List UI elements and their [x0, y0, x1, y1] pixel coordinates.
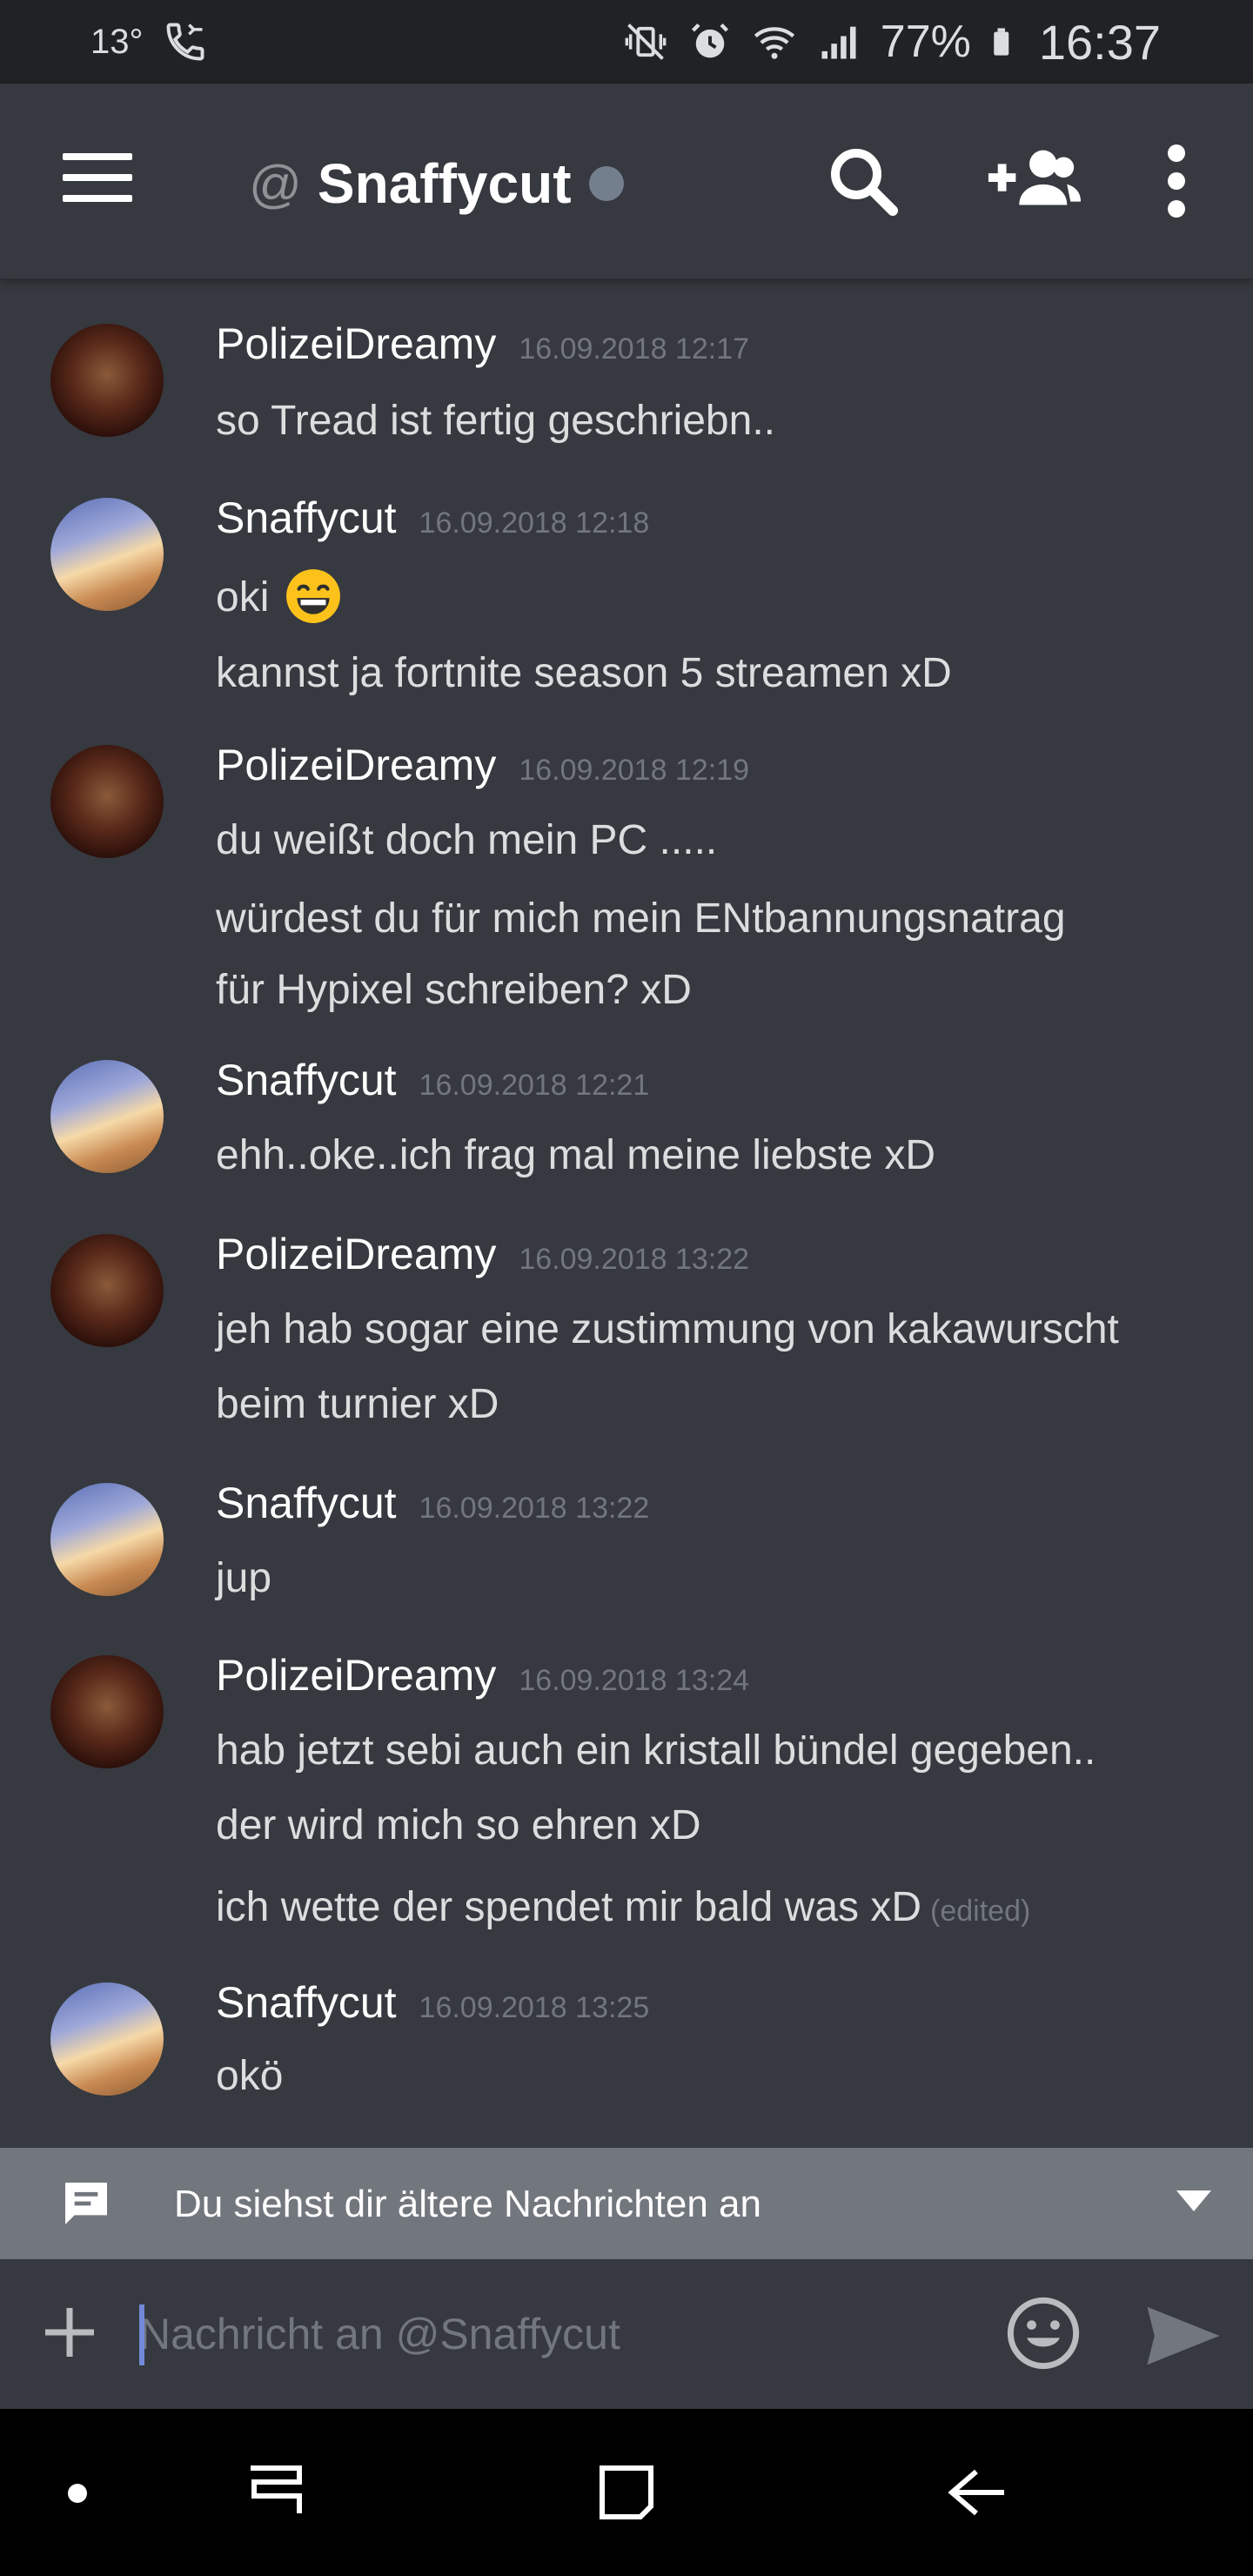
- author-name[interactable]: Snaffycut: [216, 1478, 397, 1528]
- avatar[interactable]: [50, 1655, 164, 1768]
- message-text: hab jetzt sebi auch ein kristall bündel …: [216, 1727, 1096, 1774]
- avatar[interactable]: [50, 1060, 164, 1173]
- message-text: jeh hab sogar eine zustimmung von kakawu…: [216, 1306, 1119, 1352]
- message-text-with-emoji: oki: [216, 567, 342, 625]
- timestamp: 16.09.2018 12:18: [419, 506, 650, 540]
- search-icon[interactable]: [821, 139, 905, 223]
- timestamp: 16.09.2018 12:19: [519, 754, 750, 787]
- author-name[interactable]: Snaffycut: [216, 1055, 397, 1105]
- jump-to-present-banner[interactable]: Du siehst dir ältere Nachrichten an: [0, 2148, 1253, 2259]
- temperature: 13°: [90, 22, 144, 61]
- avatar[interactable]: [50, 498, 164, 611]
- chat-bubble-icon: [65, 2183, 107, 2224]
- system-navigation-bar: [0, 2409, 1253, 2576]
- text-cursor: [139, 2304, 144, 2365]
- grinning-face-emoji-icon: [285, 569, 340, 623]
- avatar[interactable]: [50, 745, 164, 858]
- timestamp: 16.09.2018 13:22: [419, 1492, 650, 1525]
- avatar[interactable]: [50, 1483, 164, 1596]
- message-header: PolizeiDreamy 16.09.2018 13:24: [216, 1650, 749, 1701]
- edited-label: (edited): [930, 1895, 1031, 1928]
- vibrate-mute-icon: [625, 23, 667, 60]
- clock: 16:37: [1038, 14, 1161, 70]
- avatar[interactable]: [50, 324, 164, 437]
- author-name[interactable]: PolizeiDreamy: [216, 1229, 496, 1279]
- message-text: ehh..oke..ich frag mal meine liebste xD: [216, 1132, 936, 1178]
- send-icon[interactable]: [1143, 2304, 1223, 2367]
- message-header: PolizeiDreamy 16.09.2018 12:19: [216, 740, 749, 790]
- alarm-icon: [691, 23, 728, 58]
- author-name[interactable]: Snaffycut: [216, 493, 397, 543]
- message-text: oki: [216, 574, 270, 621]
- more-options-icon[interactable]: [1135, 139, 1218, 223]
- avatar[interactable]: [50, 1234, 164, 1347]
- attach-plus-icon[interactable]: [42, 2304, 97, 2360]
- recent-apps-icon[interactable]: [240, 2458, 310, 2527]
- add-friend-icon[interactable]: [985, 139, 1081, 223]
- chevron-down-icon[interactable]: [1176, 2190, 1211, 2216]
- app-bar: @ Snaffycut: [0, 84, 1253, 278]
- message-header: Snaffycut 16.09.2018 13:22: [216, 1478, 649, 1528]
- phone-call-icon: [166, 23, 204, 61]
- timestamp: 16.09.2018 13:24: [519, 1664, 750, 1697]
- channel-name: Snaffycut: [317, 152, 572, 215]
- message-text: so Tread ist fertig geschriebn..: [216, 398, 775, 444]
- emoji-picker-icon[interactable]: [1006, 2296, 1081, 2371]
- battery-percent: 77%: [880, 17, 971, 67]
- message-text: der wird mich so ehren xD: [216, 1802, 701, 1848]
- timestamp: 16.09.2018 13:25: [419, 1991, 650, 2024]
- timestamp: 16.09.2018 12:21: [419, 1069, 650, 1102]
- older-messages-text: Du siehst dir ältere Nachrichten an: [174, 2183, 761, 2225]
- message-text-edited: ich wette der spendet mir bald was xD (ed…: [216, 1883, 1030, 1931]
- at-sign: @: [249, 154, 302, 213]
- battery-icon: [994, 28, 1009, 56]
- message-text: ich wette der spendet mir bald was xD: [216, 1884, 922, 1930]
- message-list[interactable]: PolizeiDreamy 16.09.2018 12:17 so Tread …: [0, 278, 1253, 2148]
- offline-status-dot: [588, 166, 624, 201]
- message-input[interactable]: [139, 2294, 975, 2374]
- message-text: du weißt doch mein PC .....: [216, 817, 718, 863]
- dm-title: @ Snaffycut: [249, 151, 624, 216]
- message-text: okö: [216, 2053, 284, 2099]
- message-text: kannst ja fortnite season 5 streamen xD: [216, 650, 952, 696]
- author-name[interactable]: PolizeiDreamy: [216, 1650, 496, 1701]
- message-header: PolizeiDreamy 16.09.2018 12:17: [216, 319, 749, 369]
- status-bar: 13° 77% 16:37: [0, 0, 1253, 84]
- author-name[interactable]: PolizeiDreamy: [216, 319, 496, 369]
- back-icon[interactable]: [941, 2458, 1011, 2527]
- message-header: Snaffycut 16.09.2018 12:18: [216, 493, 649, 543]
- signal-icon: [821, 26, 856, 59]
- message-header: Snaffycut 16.09.2018 13:25: [216, 1977, 649, 2028]
- message-text: würdest du für mich mein ENtbannungsnatr…: [216, 896, 1066, 942]
- author-name[interactable]: PolizeiDreamy: [216, 740, 496, 790]
- author-name[interactable]: Snaffycut: [216, 1977, 397, 2028]
- message-text: beim turnier xD: [216, 1381, 499, 1427]
- avatar[interactable]: [50, 1982, 164, 2096]
- home-icon[interactable]: [592, 2458, 661, 2527]
- hamburger-menu-icon[interactable]: [63, 153, 132, 202]
- timestamp: 16.09.2018 13:22: [519, 1243, 750, 1276]
- message-text: für Hypixel schreiben? xD: [216, 967, 692, 1013]
- message-header: PolizeiDreamy 16.09.2018 13:22: [216, 1229, 749, 1279]
- message-composer: [0, 2259, 1253, 2409]
- wifi-icon: [754, 27, 794, 59]
- message-header: Snaffycut 16.09.2018 12:21: [216, 1055, 649, 1105]
- timestamp: 16.09.2018 12:17: [519, 332, 750, 366]
- message-text: jup: [216, 1555, 272, 1601]
- nav-dot-indicator: [68, 2484, 87, 2503]
